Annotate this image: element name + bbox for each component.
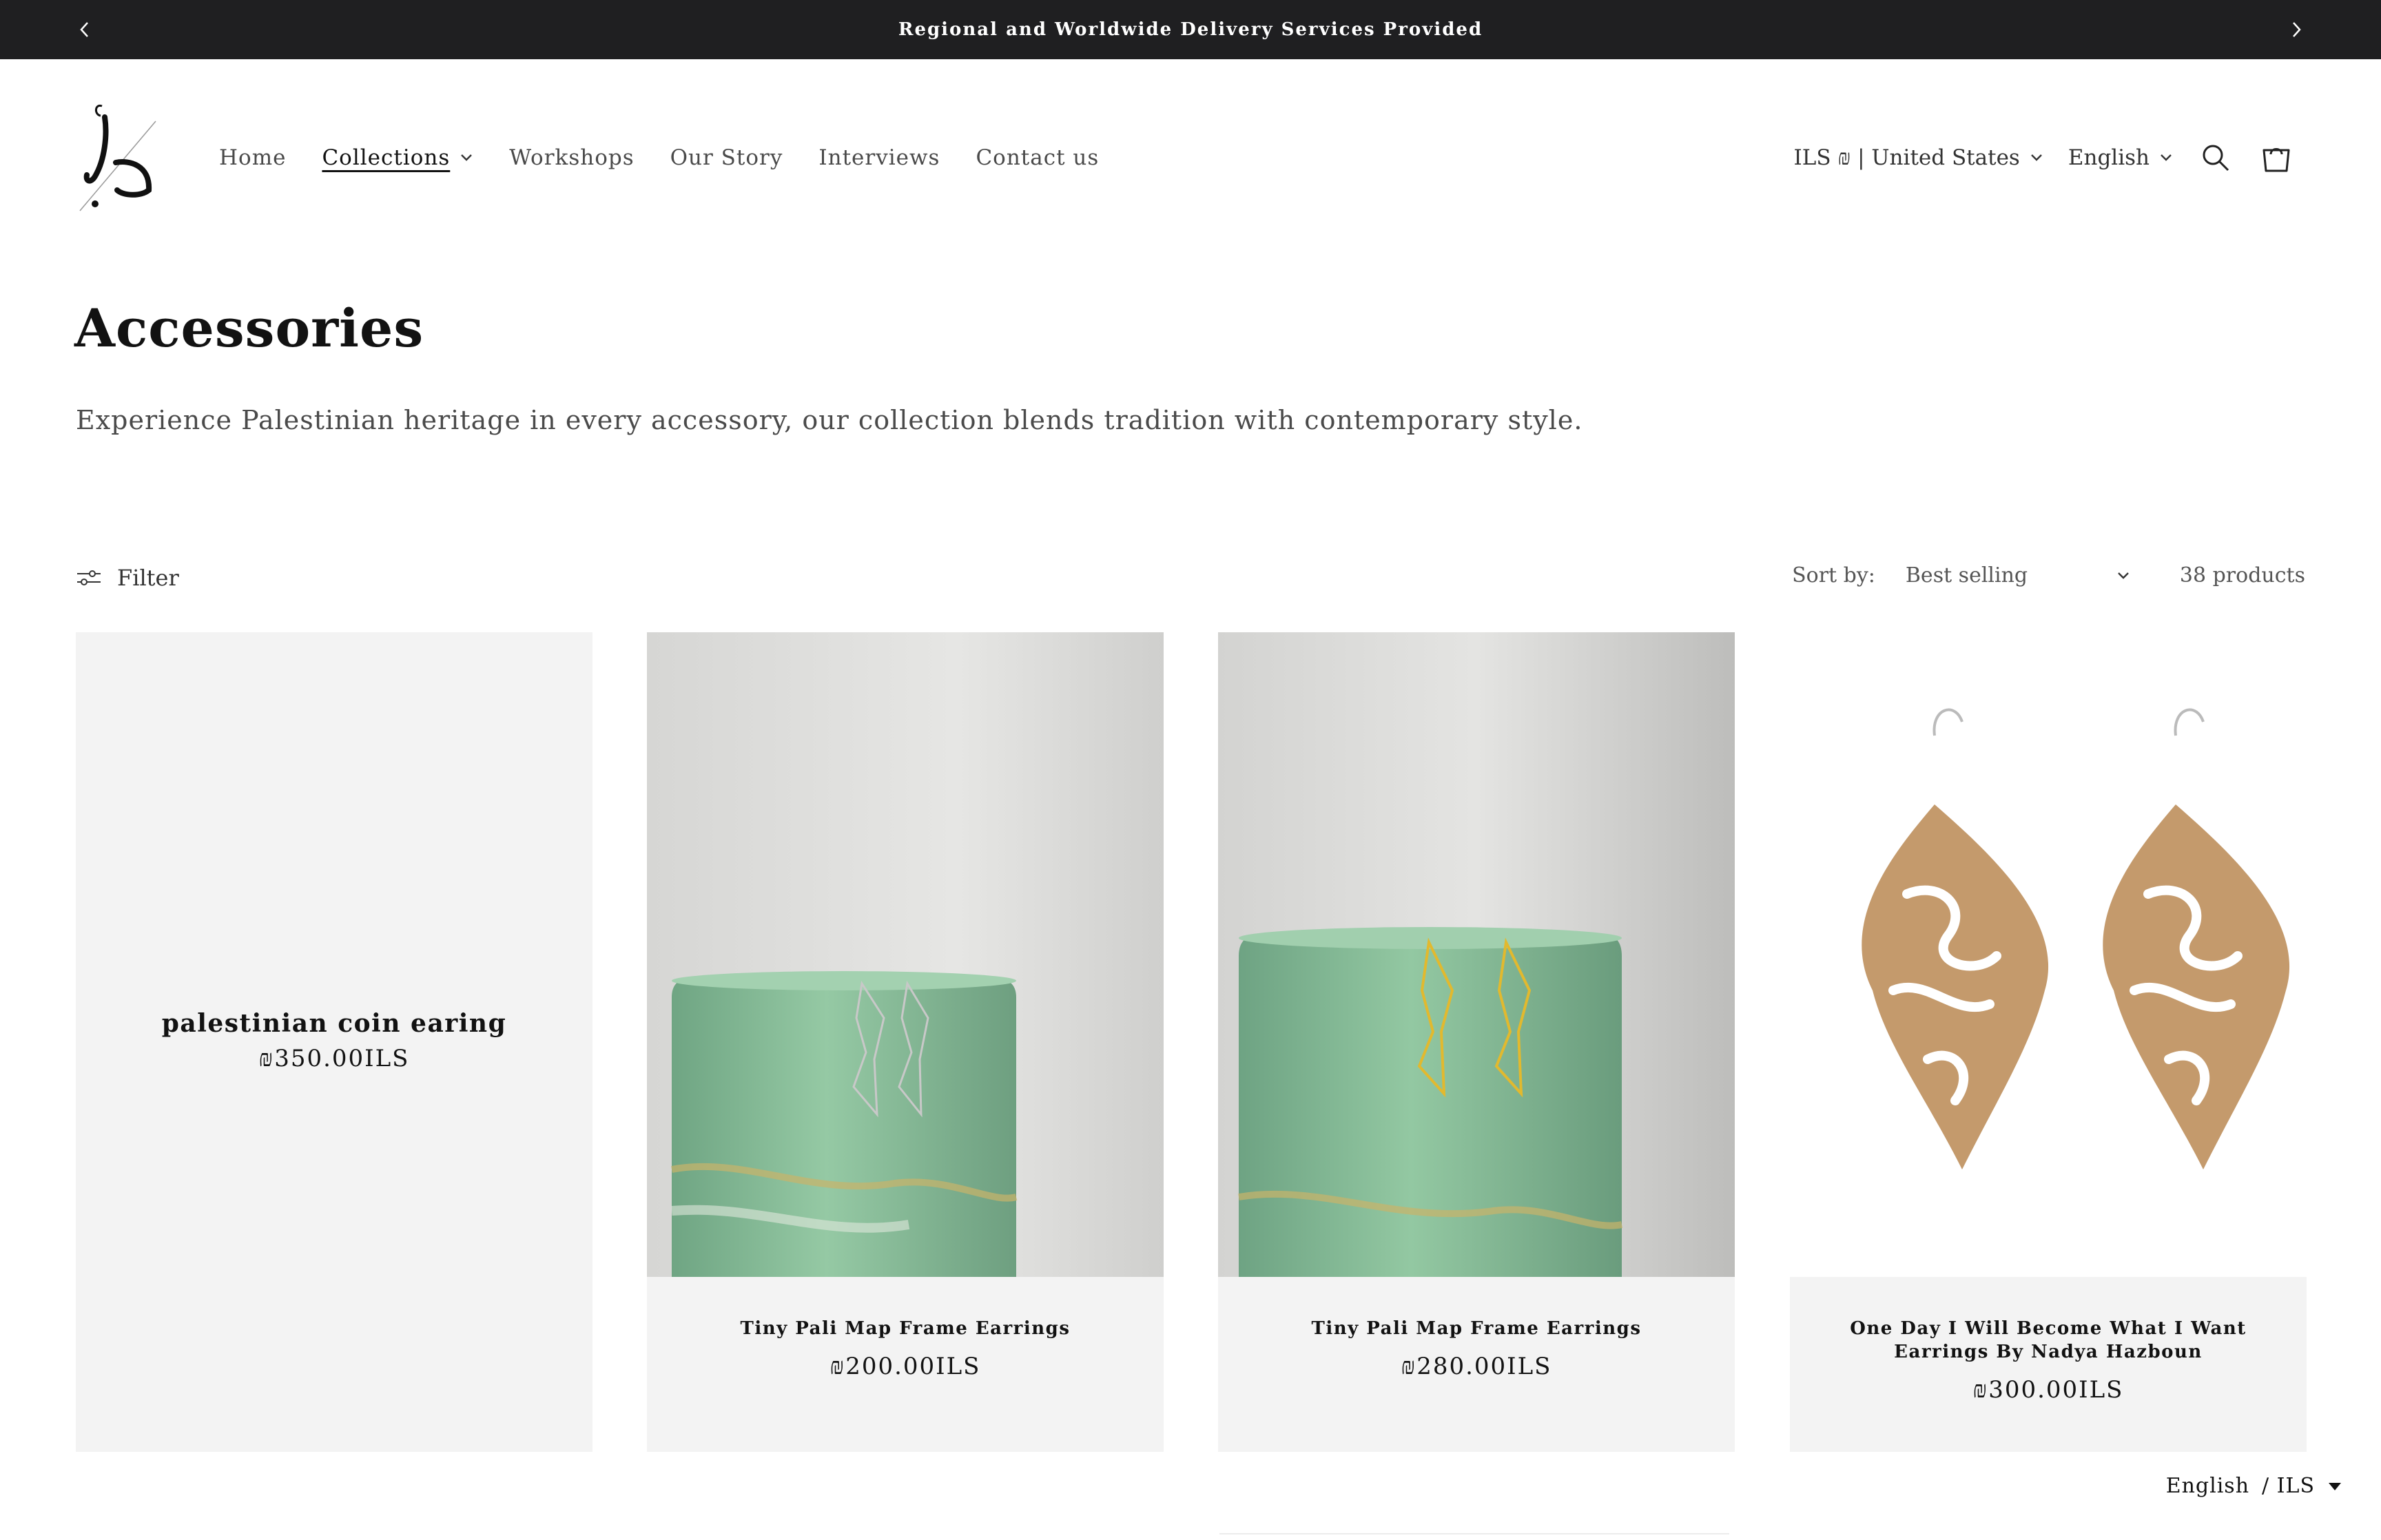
nav-item-interviews[interactable]: Interviews — [818, 145, 940, 170]
locale-language: English — [2165, 1474, 2250, 1498]
product-price: ₪350.00ILS — [258, 1045, 410, 1072]
earrings-photo-icon — [1790, 632, 2307, 1277]
currency-selector-label: ILS ₪ | United States — [1793, 145, 2020, 170]
chevron-left-icon — [80, 22, 88, 37]
product-price: ₪300.00ILS — [1972, 1376, 2124, 1404]
product-count: 38 products — [2179, 563, 2305, 587]
sort-select-value: Best selling — [1905, 563, 2028, 587]
sort-select[interactable]: Best selling — [1906, 563, 2130, 587]
nav-item-label: Collections — [322, 145, 451, 170]
nav-item-label: Contact us — [976, 145, 1100, 170]
nav-item-home[interactable]: Home — [219, 145, 286, 170]
product-price: ₪280.00ILS — [1401, 1353, 1552, 1380]
product-card[interactable]: One Day I Will Become What I Want Earrin… — [1790, 632, 2307, 1452]
product-image[interactable] — [1790, 632, 2307, 1277]
nav-item-label: Our Story — [670, 145, 783, 170]
announcement-text: Regional and Worldwide Delivery Services… — [898, 19, 1483, 40]
product-card[interactable]: palestinian coin earing ₪350.00ILS — [76, 632, 592, 1452]
next-row-edge — [1219, 1533, 1729, 1540]
nav-item-contact-us[interactable]: Contact us — [976, 145, 1099, 170]
product-image[interactable] — [647, 632, 1164, 1277]
earrings-photo-icon — [1218, 632, 1735, 1277]
nav-item-label: Home — [219, 145, 287, 170]
chevron-right-icon — [2293, 22, 2301, 37]
caret-down-icon — [2329, 1482, 2341, 1490]
announcement-bar: Regional and Worldwide Delivery Services… — [0, 0, 2381, 59]
collection-description: Experience Palestinian heritage in every… — [76, 405, 1583, 435]
nav-item-label: Interviews — [818, 145, 940, 170]
sort-toolbar: Sort by: Best selling 38 products — [1792, 563, 2305, 587]
filter-button[interactable]: Filter — [76, 565, 179, 591]
nav-item-workshops[interactable]: Workshops — [509, 145, 634, 170]
cart-icon — [2263, 148, 2290, 172]
chevron-down-icon — [2118, 572, 2129, 579]
announcement-next-button[interactable] — [2276, 0, 2318, 59]
cart-button[interactable] — [2258, 140, 2294, 176]
language-selector-label: English — [2068, 145, 2150, 170]
calligraphy-logo-icon — [79, 104, 156, 211]
locale-currency: / ILS — [2262, 1474, 2315, 1498]
nav-item-our-story[interactable]: Our Story — [670, 145, 783, 170]
logo[interactable] — [74, 94, 164, 218]
header-controls: ILS ₪ | United States English — [1794, 59, 2294, 256]
main-nav: Home Collections Workshops Our Story Int… — [219, 59, 1099, 256]
filter-label: Filter — [117, 565, 179, 591]
product-name[interactable]: palestinian coin earing — [127, 1011, 542, 1036]
sort-label: Sort by: — [1792, 563, 1875, 587]
currency-selector[interactable]: ILS ₪ | United States — [1794, 145, 2043, 170]
search-button[interactable] — [2198, 140, 2234, 176]
language-selector[interactable]: English — [2068, 145, 2173, 170]
site-header: Home Collections Workshops Our Story Int… — [0, 59, 2381, 256]
nav-item-collections[interactable]: Collections — [322, 145, 473, 170]
filter-sliders-icon — [77, 570, 101, 585]
chevron-down-icon — [461, 154, 473, 161]
product-name[interactable]: Tiny Pali Map Frame Earrings — [647, 1317, 1164, 1340]
product-card[interactable]: Tiny Pali Map Frame Earrings ₪200.00ILS — [647, 632, 1164, 1452]
product-image[interactable] — [1218, 632, 1735, 1277]
product-name[interactable]: Tiny Pali Map Frame Earrings — [1218, 1317, 1735, 1340]
announcement-prev-button[interactable] — [63, 0, 105, 59]
search-icon — [2203, 145, 2229, 171]
chevron-down-icon — [2161, 154, 2172, 161]
locale-switcher[interactable]: English / ILS — [2166, 1474, 2342, 1498]
earrings-photo-icon — [647, 632, 1164, 1277]
product-name[interactable]: One Day I Will Become What I Want Earrin… — [1790, 1317, 2307, 1364]
product-grid: palestinian coin earing ₪350.00ILS Tiny … — [76, 632, 2307, 1452]
product-card[interactable]: Tiny Pali Map Frame Earrings ₪280.00ILS — [1218, 632, 1735, 1452]
product-price: ₪200.00ILS — [829, 1353, 981, 1380]
page-title: Accessories — [74, 298, 424, 359]
nav-item-label: Workshops — [509, 145, 635, 170]
chevron-down-icon — [2030, 154, 2042, 161]
